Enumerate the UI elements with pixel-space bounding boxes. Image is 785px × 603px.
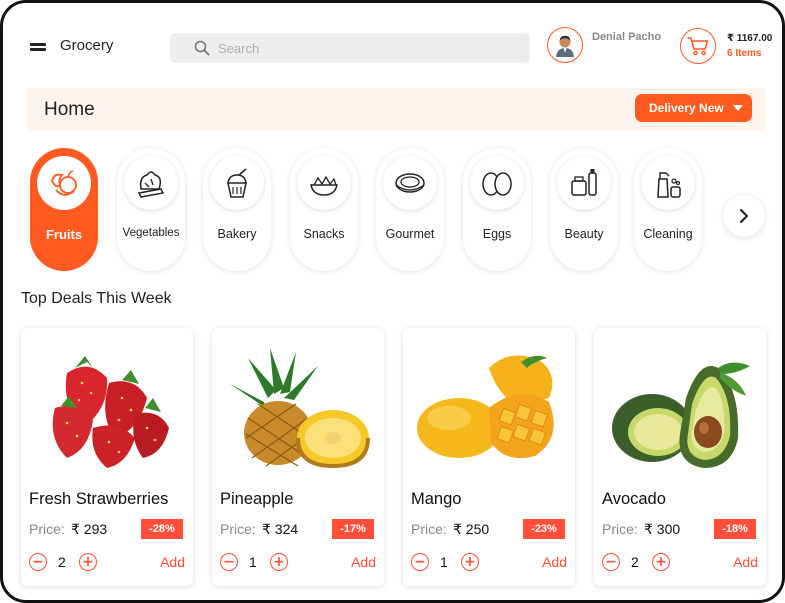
beauty-icon [571, 169, 597, 196]
search-bar[interactable] [170, 33, 530, 63]
product-name: Pineapple [220, 490, 294, 508]
app-window: Grocery Denial Pacho ₹ 1167.00 6 Items H… [0, 0, 785, 603]
pineapple-image [230, 348, 370, 469]
category-bakery[interactable]: Bakery [203, 148, 271, 271]
product-card[interactable]: Mango Price: ₹ 250 -23% − 1 + Add [403, 328, 575, 586]
chevron-right-icon [739, 208, 749, 224]
cart-button[interactable] [680, 28, 716, 64]
increase-quantity-button[interactable]: + [461, 553, 479, 571]
product-card[interactable]: Fresh Strawberries Price: ₹ 293 -28% − 2… [21, 328, 193, 586]
category-fruits[interactable]: Fruits [30, 148, 98, 271]
increase-quantity-button[interactable]: + [79, 553, 97, 571]
mango-image [417, 355, 554, 459]
category-icon-circle [37, 156, 91, 210]
category-icon-circle [210, 156, 264, 210]
category-label: Bakery [217, 227, 257, 241]
bakery-icon [227, 168, 247, 198]
category-label: Eggs [482, 227, 512, 241]
avatar[interactable] [547, 27, 583, 63]
category-icon-circle [297, 156, 351, 210]
discount-badge: -28% [141, 519, 183, 539]
category-label: Beauty [564, 227, 604, 241]
price-label: Price: [411, 521, 447, 537]
delivery-dropdown-button[interactable]: Delivery New [635, 94, 752, 122]
add-to-cart-button[interactable]: Add [351, 554, 376, 570]
product-price: ₹ 250 [453, 521, 490, 537]
cleaning-icon [657, 172, 681, 198]
product-card[interactable]: Pineapple Price: ₹ 324 -17% − 1 + Add [212, 328, 384, 586]
search-icon [194, 40, 210, 56]
category-icon-circle [641, 156, 695, 210]
decrease-quantity-button[interactable]: − [411, 553, 429, 571]
add-to-cart-button[interactable]: Add [160, 554, 185, 570]
user-avatar-icon [556, 35, 574, 57]
decrease-quantity-button[interactable]: − [602, 553, 620, 571]
price-label: Price: [220, 521, 256, 537]
search-input[interactable] [218, 40, 508, 56]
price-label: Price: [29, 521, 65, 537]
discount-badge: -17% [332, 519, 374, 539]
category-label: Snacks [303, 227, 345, 241]
fruits-icon [51, 170, 77, 196]
product-price: ₹ 300 [644, 521, 681, 537]
delivery-button-label: Delivery New [649, 101, 724, 115]
category-snacks[interactable]: Snacks [290, 148, 358, 271]
product-price: ₹ 324 [262, 521, 299, 537]
category-icon-circle [470, 156, 524, 210]
product-card[interactable]: Avocado Price: ₹ 300 -18% − 2 + Add [594, 328, 766, 586]
avocado-image [612, 362, 750, 468]
product-name: Mango [411, 490, 462, 508]
category-label: Cleaning [643, 227, 693, 241]
section-title: Top Deals This Week [21, 290, 172, 307]
quantity-value: 1 [440, 554, 448, 570]
user-name: Denial Pacho [592, 31, 662, 43]
category-vegetables[interactable]: Vegetables [117, 148, 185, 271]
chevron-down-icon [733, 105, 743, 111]
quantity-value: 2 [58, 554, 66, 570]
category-label: Gourmet [385, 227, 435, 241]
app-title: Grocery [60, 37, 114, 54]
increase-quantity-button[interactable]: + [270, 553, 288, 571]
category-icon-circle [557, 156, 611, 210]
product-price: ₹ 293 [71, 521, 108, 537]
decrease-quantity-button[interactable]: − [29, 553, 47, 571]
cart-total: ₹ 1167.00 [727, 33, 773, 44]
add-to-cart-button[interactable]: Add [733, 554, 758, 570]
add-to-cart-button[interactable]: Add [542, 554, 567, 570]
category-icon-circle [383, 156, 437, 210]
category-icon-circle [124, 156, 178, 210]
vegetables-icon [137, 171, 165, 198]
category-beauty[interactable]: Beauty [550, 148, 618, 271]
product-name: Fresh Strawberries [29, 490, 169, 508]
category-label: Fruits [45, 227, 83, 242]
hamburger-menu-icon[interactable] [30, 43, 46, 53]
quantity-value: 1 [249, 554, 257, 570]
product-name: Avocado [602, 490, 666, 508]
decrease-quantity-button[interactable]: − [220, 553, 238, 571]
snacks-icon [310, 175, 338, 196]
category-eggs[interactable]: Eggs [463, 148, 531, 271]
page-title: Home [44, 99, 95, 120]
home-bar: Home Delivery New [27, 88, 765, 131]
category-cleaning[interactable]: Cleaning [634, 148, 702, 271]
gourmet-icon [395, 173, 425, 193]
category-label: Vegetables [122, 227, 180, 239]
discount-badge: -23% [523, 519, 565, 539]
increase-quantity-button[interactable]: + [652, 553, 670, 571]
strawberries-image [52, 356, 169, 468]
price-label: Price: [602, 521, 638, 537]
categories-next-button[interactable] [723, 195, 765, 237]
category-gourmet[interactable]: Gourmet [376, 148, 444, 271]
quantity-value: 2 [631, 554, 639, 570]
cart-item-count: 6 Items [727, 48, 762, 59]
cart-icon [687, 37, 709, 56]
eggs-icon [482, 172, 512, 196]
discount-badge: -18% [714, 519, 756, 539]
